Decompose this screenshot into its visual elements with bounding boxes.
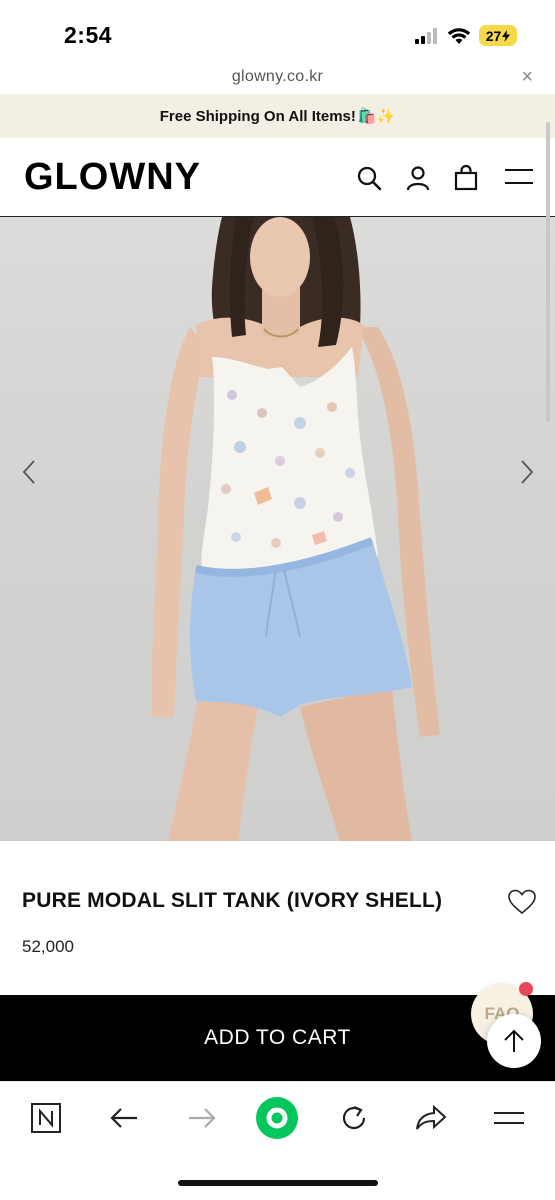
close-icon[interactable]: × [521, 66, 533, 89]
promo-emoji: 🛍️✨ [357, 108, 396, 125]
scroll-top-button[interactable] [487, 1014, 541, 1068]
product-image[interactable] [0, 217, 555, 841]
wifi-icon [447, 27, 471, 44]
charging-icon [502, 29, 511, 42]
search-icon[interactable] [355, 164, 383, 192]
battery-icon: 27 [479, 25, 517, 46]
browser-menu-icon[interactable] [491, 1100, 527, 1136]
signal-icon [415, 27, 437, 44]
product-price: 52,000 [22, 937, 74, 956]
url-text[interactable]: glowny.co.kr [0, 68, 555, 86]
back-icon[interactable] [106, 1100, 142, 1136]
arrow-up-icon [504, 1029, 524, 1052]
site-logo[interactable]: GLOWNY [24, 156, 201, 199]
refresh-icon[interactable] [336, 1100, 372, 1136]
promo-text: Free Shipping On All Items! [159, 107, 356, 125]
battery-level: 27 [485, 27, 502, 44]
menu-icon[interactable] [504, 164, 534, 192]
naver-icon[interactable] [28, 1100, 64, 1136]
account-icon[interactable] [404, 164, 432, 192]
status-bar: 2:54 27 [0, 0, 555, 62]
status-time: 2:54 [64, 22, 113, 48]
green-home-icon[interactable] [255, 1096, 299, 1140]
prev-arrow-icon[interactable] [18, 457, 42, 487]
home-indicator [178, 1180, 378, 1186]
scrollbar[interactable] [546, 122, 550, 422]
notification-dot [519, 982, 533, 996]
forward-icon[interactable] [184, 1100, 220, 1136]
next-arrow-icon[interactable] [514, 457, 538, 487]
status-icons: 27 [415, 25, 517, 46]
product-title: PURE MODAL SLIT TANK (IVORY SHELL) [22, 889, 443, 912]
product-photo [151, 217, 440, 841]
url-bar[interactable]: glowny.co.kr × [0, 62, 555, 94]
site-header: GLOWNY [0, 138, 555, 217]
share-icon[interactable] [413, 1100, 449, 1136]
promo-banner: Free Shipping On All Items! 🛍️✨ [0, 94, 555, 138]
bag-icon[interactable] [452, 164, 480, 192]
heart-icon[interactable] [508, 889, 536, 915]
